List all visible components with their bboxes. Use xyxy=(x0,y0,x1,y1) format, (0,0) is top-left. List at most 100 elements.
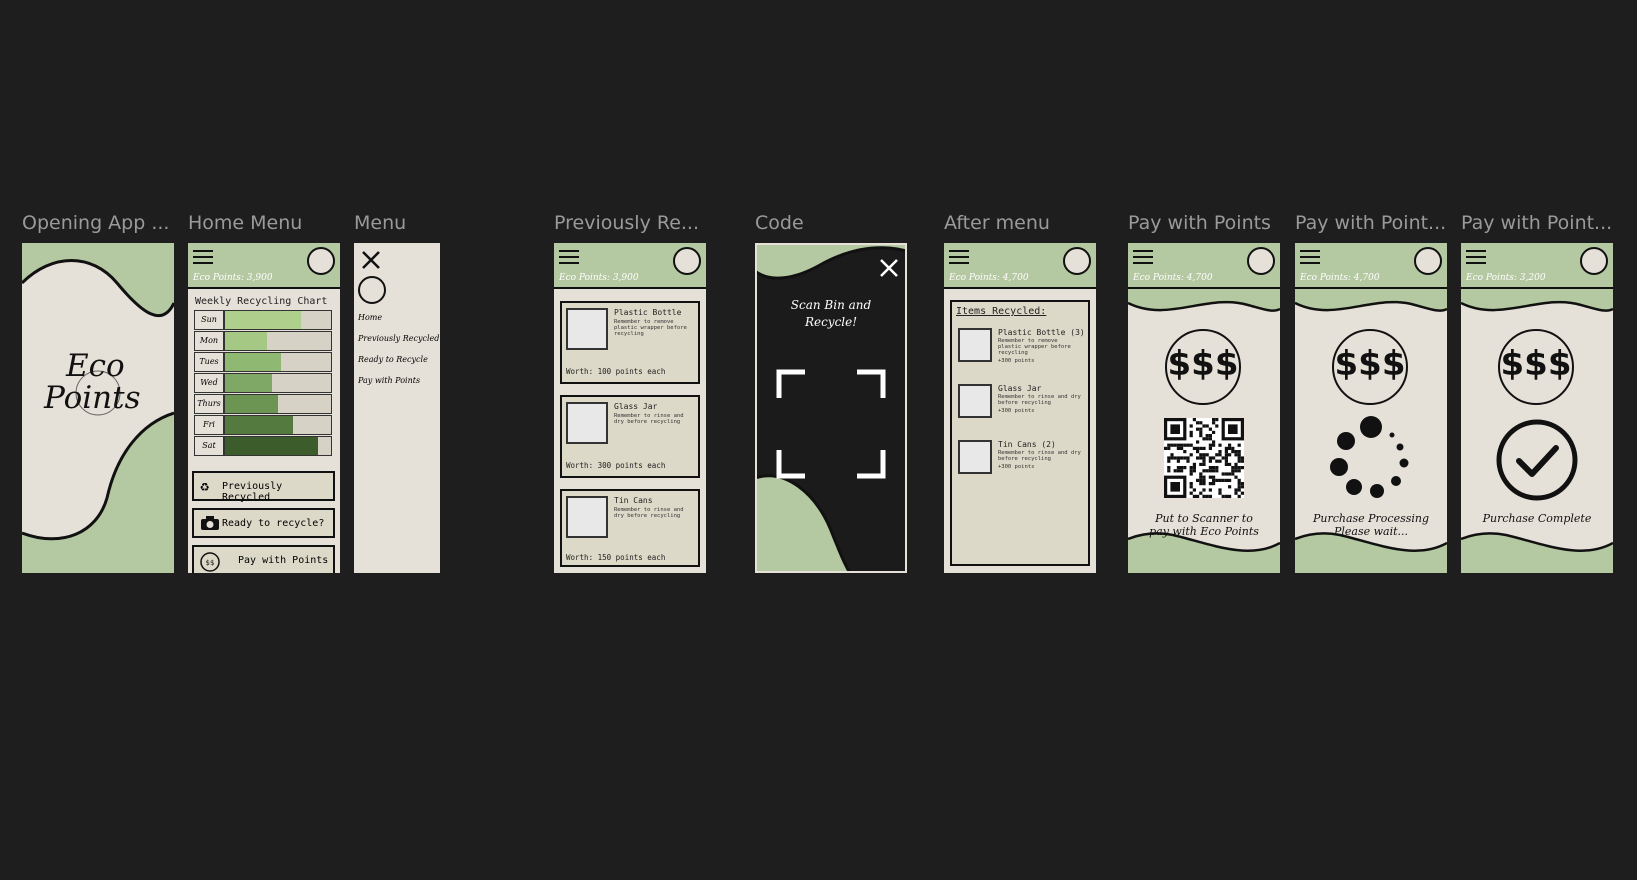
menu-item-previously-recycled[interactable]: Previously Recycled xyxy=(358,334,439,343)
item-worth: Worth: 100 points each xyxy=(566,367,666,376)
top-bar: Eco Points: 4,700 xyxy=(944,243,1096,289)
frame-pay-processing[interactable]: Eco Points: 4,700 $$$ Purchase Processin… xyxy=(1295,243,1447,573)
chart-bar-track xyxy=(224,373,332,393)
chart-bar xyxy=(225,416,293,434)
frame-title-menu: Menu xyxy=(354,212,407,234)
hamburger-menu-icon[interactable] xyxy=(559,250,579,264)
item-note: Remember to rinse and dry before recycli… xyxy=(614,413,684,425)
chart-row: Mon xyxy=(194,331,334,351)
frame-title-pay3: Pay with Point... xyxy=(1461,212,1613,234)
chart-bar xyxy=(225,374,272,392)
frame-code-scanner[interactable]: Scan Bin and Recycle! xyxy=(755,243,907,573)
items-recycled-panel: Items Recycled: Plastic Bottle (3) Remem… xyxy=(950,300,1090,566)
profile-avatar[interactable] xyxy=(1063,247,1091,275)
chart-day-label: Thurs xyxy=(194,394,224,414)
menu-item-pay-with-points[interactable]: Pay with Points xyxy=(358,376,420,385)
dollar-coin-icon: $$$ xyxy=(1332,329,1408,405)
menu-item-ready-to-recycle[interactable]: Ready to Recycle xyxy=(358,355,428,364)
item-note: Remember to rinse and dry before recycli… xyxy=(998,450,1081,462)
hamburger-menu-icon[interactable] xyxy=(1133,250,1153,264)
profile-avatar[interactable] xyxy=(358,276,386,304)
top-bar: Eco Points: 4,700 xyxy=(1295,243,1447,289)
pay-caption-line1: Purchase Complete xyxy=(1482,512,1592,525)
item-thumbnail xyxy=(566,402,608,444)
close-icon[interactable] xyxy=(878,257,900,279)
item-note: Remember to rinse and dry before recycli… xyxy=(998,394,1081,406)
pay-with-points-button[interactable]: $$ Pay with Points xyxy=(192,545,335,573)
hamburger-menu-icon[interactable] xyxy=(949,250,969,264)
pay-caption-line1: Put to Scanner to xyxy=(1155,512,1253,525)
scan-instruction-line2: Recycle! xyxy=(804,315,858,329)
item-thumbnail xyxy=(566,496,608,538)
item-name: Glass Jar xyxy=(998,384,1042,393)
chart-day-label: Wed xyxy=(194,373,224,393)
recycled-item-card[interactable]: Glass Jar Remember to rinse and dry befo… xyxy=(560,395,700,478)
item-name: Tin Cans (2) xyxy=(998,440,1056,449)
frame-title-after: After menu xyxy=(944,212,1050,234)
eco-points-counter: Eco Points: 3,200 xyxy=(1466,273,1546,283)
chart-day-label: Tues xyxy=(194,352,224,372)
hamburger-menu-icon[interactable] xyxy=(193,250,213,264)
profile-avatar[interactable] xyxy=(1247,247,1275,275)
frame-pay-complete[interactable]: Eco Points: 3,200 $$$ Purchase Complete xyxy=(1461,243,1613,573)
hamburger-menu-icon[interactable] xyxy=(1466,250,1486,264)
chart-bar xyxy=(225,437,319,455)
pay-caption-line2: Please wait... xyxy=(1333,525,1409,538)
top-bar: Eco Points: 4,700 xyxy=(1128,243,1280,289)
item-name: Plastic Bottle (3) xyxy=(998,328,1085,337)
chart-bar-track xyxy=(224,310,332,330)
button-label: Pay with Points xyxy=(238,555,329,566)
ready-to-recycle-button[interactable]: Ready to recycle? xyxy=(192,508,335,538)
qr-code-icon xyxy=(1164,418,1244,498)
button-label: Previously Recycled xyxy=(222,481,283,503)
profile-avatar[interactable] xyxy=(307,247,335,275)
button-label: Ready to recycle? xyxy=(222,518,325,529)
frame-previously-recycled[interactable]: Eco Points: 3,900 Plastic Bottle Remembe… xyxy=(554,243,706,573)
pay-caption-line1: Purchase Processing xyxy=(1312,512,1430,525)
items-recycled-heading: Items Recycled: xyxy=(956,306,1047,317)
scan-frame-icon xyxy=(776,369,886,479)
frame-title-home: Home Menu xyxy=(188,212,303,234)
chart-bar xyxy=(225,353,282,371)
frame-home-menu[interactable]: Eco Points: 3,900 Weekly Recycling Chart… xyxy=(188,243,340,573)
item-note: Remember to remove plastic wrapper befor… xyxy=(998,338,1071,356)
svg-text:$$: $$ xyxy=(206,559,215,567)
recycled-item-card[interactable]: Plastic Bottle Remember to remove plasti… xyxy=(560,301,700,384)
item-note: Remember to remove plastic wrapper befor… xyxy=(614,319,687,337)
frame-after-menu[interactable]: Eco Points: 4,700 Items Recycled: Plasti… xyxy=(944,243,1096,573)
coin-label: $$$ xyxy=(1167,344,1239,384)
top-bar: Eco Points: 3,900 xyxy=(188,243,340,289)
frame-pay-with-points-qr[interactable]: Eco Points: 4,700 $$$ Put to Scanner to … xyxy=(1128,243,1280,573)
chart-bar-track xyxy=(224,436,332,456)
coin-label: $$$ xyxy=(1334,344,1406,384)
item-thumbnail xyxy=(958,328,992,362)
frame-title-pay2: Pay with Point... xyxy=(1295,212,1447,234)
chart-bar-track xyxy=(224,331,332,351)
item-name: Tin Cans xyxy=(614,496,653,505)
recycled-item-card[interactable]: Tin Cans Remember to rinse and dry befor… xyxy=(560,489,700,567)
close-icon[interactable] xyxy=(360,249,382,271)
frame-opening-app[interactable]: Eco Points xyxy=(22,243,174,573)
item-points: +300 points xyxy=(998,408,1035,414)
chart-day-label: Fri xyxy=(194,415,224,435)
profile-avatar[interactable] xyxy=(673,247,701,275)
chart-bar-track xyxy=(224,352,332,372)
chart-title: Weekly Recycling Chart xyxy=(195,296,328,307)
profile-avatar[interactable] xyxy=(1580,247,1608,275)
item-note: Remember to rinse and dry before recycli… xyxy=(614,507,684,519)
previously-recycled-button[interactable]: ♻ Previously Recycled xyxy=(192,471,335,503)
chart-bar xyxy=(225,311,302,329)
top-bar: Eco Points: 3,200 xyxy=(1461,243,1613,289)
menu-item-home[interactable]: Home xyxy=(358,313,382,322)
eco-points-counter: Eco Points: 4,700 xyxy=(1300,273,1380,283)
frame-menu[interactable]: Home Previously Recycled Ready to Recycl… xyxy=(354,243,440,573)
loading-spinner-icon xyxy=(1330,416,1409,498)
chart-bar-track xyxy=(224,415,332,435)
item-name: Plastic Bottle xyxy=(614,308,682,317)
hamburger-menu-icon[interactable] xyxy=(1300,250,1320,264)
camera-icon xyxy=(200,515,220,531)
profile-avatar[interactable] xyxy=(1414,247,1442,275)
logo-eco: Eco xyxy=(66,348,125,384)
item-name: Glass Jar xyxy=(614,402,658,411)
item-thumbnail xyxy=(566,308,608,350)
